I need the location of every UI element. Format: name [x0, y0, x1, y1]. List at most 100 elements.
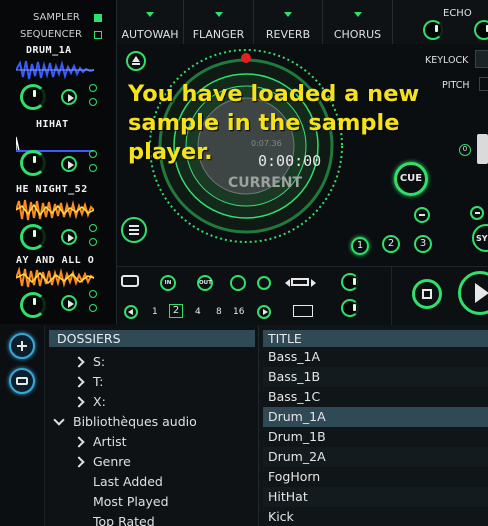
sample-pad-2[interactable]: HIHAT	[0, 114, 116, 192]
sample-pad-name: HE NIGHT_52	[16, 184, 88, 195]
sample-pad-3[interactable]: HE NIGHT_52	[0, 184, 116, 256]
echo-knob-1[interactable]	[423, 20, 443, 40]
fx-slot-reverb[interactable]: REVERB	[254, 0, 323, 44]
loop-halve-button[interactable]	[124, 305, 138, 319]
pitch-reset-button[interactable]: 0	[459, 144, 471, 156]
loop-knob-2[interactable]	[341, 299, 359, 317]
track-row[interactable]: FogHorn	[263, 467, 488, 487]
track-row[interactable]: HitHat	[263, 487, 488, 507]
pad-volume-knob[interactable]	[20, 150, 46, 176]
track-row[interactable]: Drum_1B	[263, 427, 488, 447]
track-row[interactable]: Bass_1A	[263, 347, 488, 367]
pad-sync-icon[interactable]	[89, 164, 97, 172]
folder-item-s[interactable]: S:	[73, 354, 106, 369]
echo-label: ECHO	[443, 8, 472, 19]
folder-item-most-played[interactable]: Most Played	[93, 494, 169, 509]
pad-volume-knob[interactable]	[20, 292, 46, 318]
loop-size-1[interactable]: 1	[152, 307, 158, 317]
pad-sync-icon[interactable]	[89, 238, 97, 246]
loop-size-2-selected[interactable]: 2	[169, 304, 183, 318]
hotcue-3-button[interactable]: 3	[414, 235, 432, 253]
pad-play-button[interactable]	[61, 295, 77, 311]
sample-pad-name: DRUM_1A	[26, 45, 72, 56]
pad-volume-knob[interactable]	[20, 84, 46, 110]
eject-button[interactable]	[126, 51, 146, 71]
pitch-bend-plus[interactable]	[470, 206, 484, 220]
loop-in-button[interactable]: IN	[160, 275, 176, 291]
loop-shift-button[interactable]	[285, 276, 317, 290]
loop-knob-1[interactable]	[341, 273, 359, 291]
folder-item-artist[interactable]: Artist	[73, 434, 126, 449]
folder-item-genre[interactable]: Genre	[73, 454, 131, 469]
pad-volume-knob[interactable]	[20, 224, 46, 250]
sample-pad-name: AY AND ALL O	[16, 255, 95, 266]
hotcue-2-button[interactable]: 2	[382, 235, 400, 253]
track-row-selected[interactable]: Drum_1A	[263, 407, 488, 427]
loop-size-4[interactable]: 4	[195, 307, 201, 317]
sample-waveform	[16, 199, 94, 221]
folder-label: Bibliothèques audio	[73, 414, 197, 429]
overlay-line-1: You have loaded a new	[128, 81, 420, 107]
keylock-toggle[interactable]	[475, 50, 488, 68]
folder-item-last-added[interactable]: Last Added	[93, 474, 163, 489]
pad-loop-icon[interactable]	[89, 224, 97, 232]
pitch-minus-button[interactable]	[414, 207, 430, 223]
pitch-range-button[interactable]	[479, 77, 488, 91]
loop-out-button[interactable]: OUT	[197, 275, 213, 291]
cue-button[interactable]: CUE	[394, 162, 428, 196]
loop-size-8[interactable]: 8	[216, 307, 222, 317]
folder-item-t[interactable]: T:	[73, 374, 103, 389]
loop-reloop-button[interactable]	[230, 275, 246, 291]
keylock-label: KEYLOCK	[425, 55, 469, 66]
fx-slot-label: CHORUS	[333, 28, 382, 41]
tracks-panel: TITLE Bass_1A Bass_1B Bass_1C Drum_1A Dr…	[258, 325, 488, 526]
folder-label: S:	[93, 354, 106, 369]
sync-button[interactable]: SYN	[472, 224, 488, 252]
play-button[interactable]	[458, 271, 488, 315]
pad-sync-icon[interactable]	[89, 304, 97, 312]
fx-slot-flanger[interactable]: FLANGER	[184, 0, 254, 44]
title-column-header[interactable]: TITLE	[263, 330, 488, 347]
load-drive-button[interactable]	[9, 368, 35, 394]
sampler-toggle[interactable]	[94, 14, 102, 22]
fx-slot-autowah[interactable]: AUTOWAH	[117, 0, 184, 44]
browser-tools	[0, 325, 44, 526]
loop-double-button[interactable]	[257, 305, 271, 319]
loop-auto-button[interactable]	[257, 276, 271, 290]
pad-sync-icon[interactable]	[89, 98, 97, 106]
fx-slot-chorus[interactable]: CHORUS	[323, 0, 393, 44]
loop-transport-row: IN OUT 1 2 4 8 16	[117, 266, 488, 325]
loop-size-16[interactable]: 16	[233, 307, 244, 317]
pad-play-button[interactable]	[61, 89, 77, 105]
sample-pad-1[interactable]: DRUM_1A	[0, 42, 116, 114]
folder-item-top-rated[interactable]: Top Rated	[93, 514, 155, 526]
play-icon	[475, 283, 488, 303]
folder-item-audio-libraries[interactable]: Bibliothèques audio	[53, 414, 197, 429]
pad-loop-icon[interactable]	[89, 290, 97, 298]
stop-button[interactable]	[412, 279, 442, 309]
sampler-panel: SAMPLER SEQUENCER DRUM_1A HIHAT HE NIGHT…	[0, 0, 117, 324]
pad-loop-icon[interactable]	[89, 84, 97, 92]
chevron-down-icon	[353, 12, 362, 17]
track-row[interactable]: Drum_2A	[263, 447, 488, 467]
loop-icon[interactable]	[121, 275, 139, 287]
add-to-sampler-button[interactable]	[9, 333, 35, 359]
tutorial-overlay-message: You have loaded a new sample in the samp…	[128, 80, 428, 167]
pad-play-button[interactable]	[61, 156, 77, 172]
playlist-button[interactable]	[121, 217, 147, 243]
time-mode-label[interactable]: CURRENT	[228, 175, 302, 191]
hotcue-1-button[interactable]: 1	[351, 237, 369, 255]
sample-pad-4[interactable]: AY AND ALL O	[0, 254, 116, 324]
pad-play-button[interactable]	[61, 229, 77, 245]
track-row[interactable]: Kick	[263, 507, 488, 526]
loop-move-button[interactable]	[293, 305, 313, 317]
pad-loop-icon[interactable]	[89, 150, 97, 158]
sample-waveform	[16, 267, 94, 288]
track-row[interactable]: Bass_1C	[263, 387, 488, 407]
track-row[interactable]: Bass_1B	[263, 367, 488, 387]
echo-knob-2[interactable]	[474, 20, 488, 40]
sequencer-toggle[interactable]	[94, 31, 102, 39]
pitch-slider[interactable]	[477, 134, 488, 164]
folder-item-x[interactable]: X:	[73, 394, 106, 409]
chevron-right-icon	[73, 356, 85, 368]
